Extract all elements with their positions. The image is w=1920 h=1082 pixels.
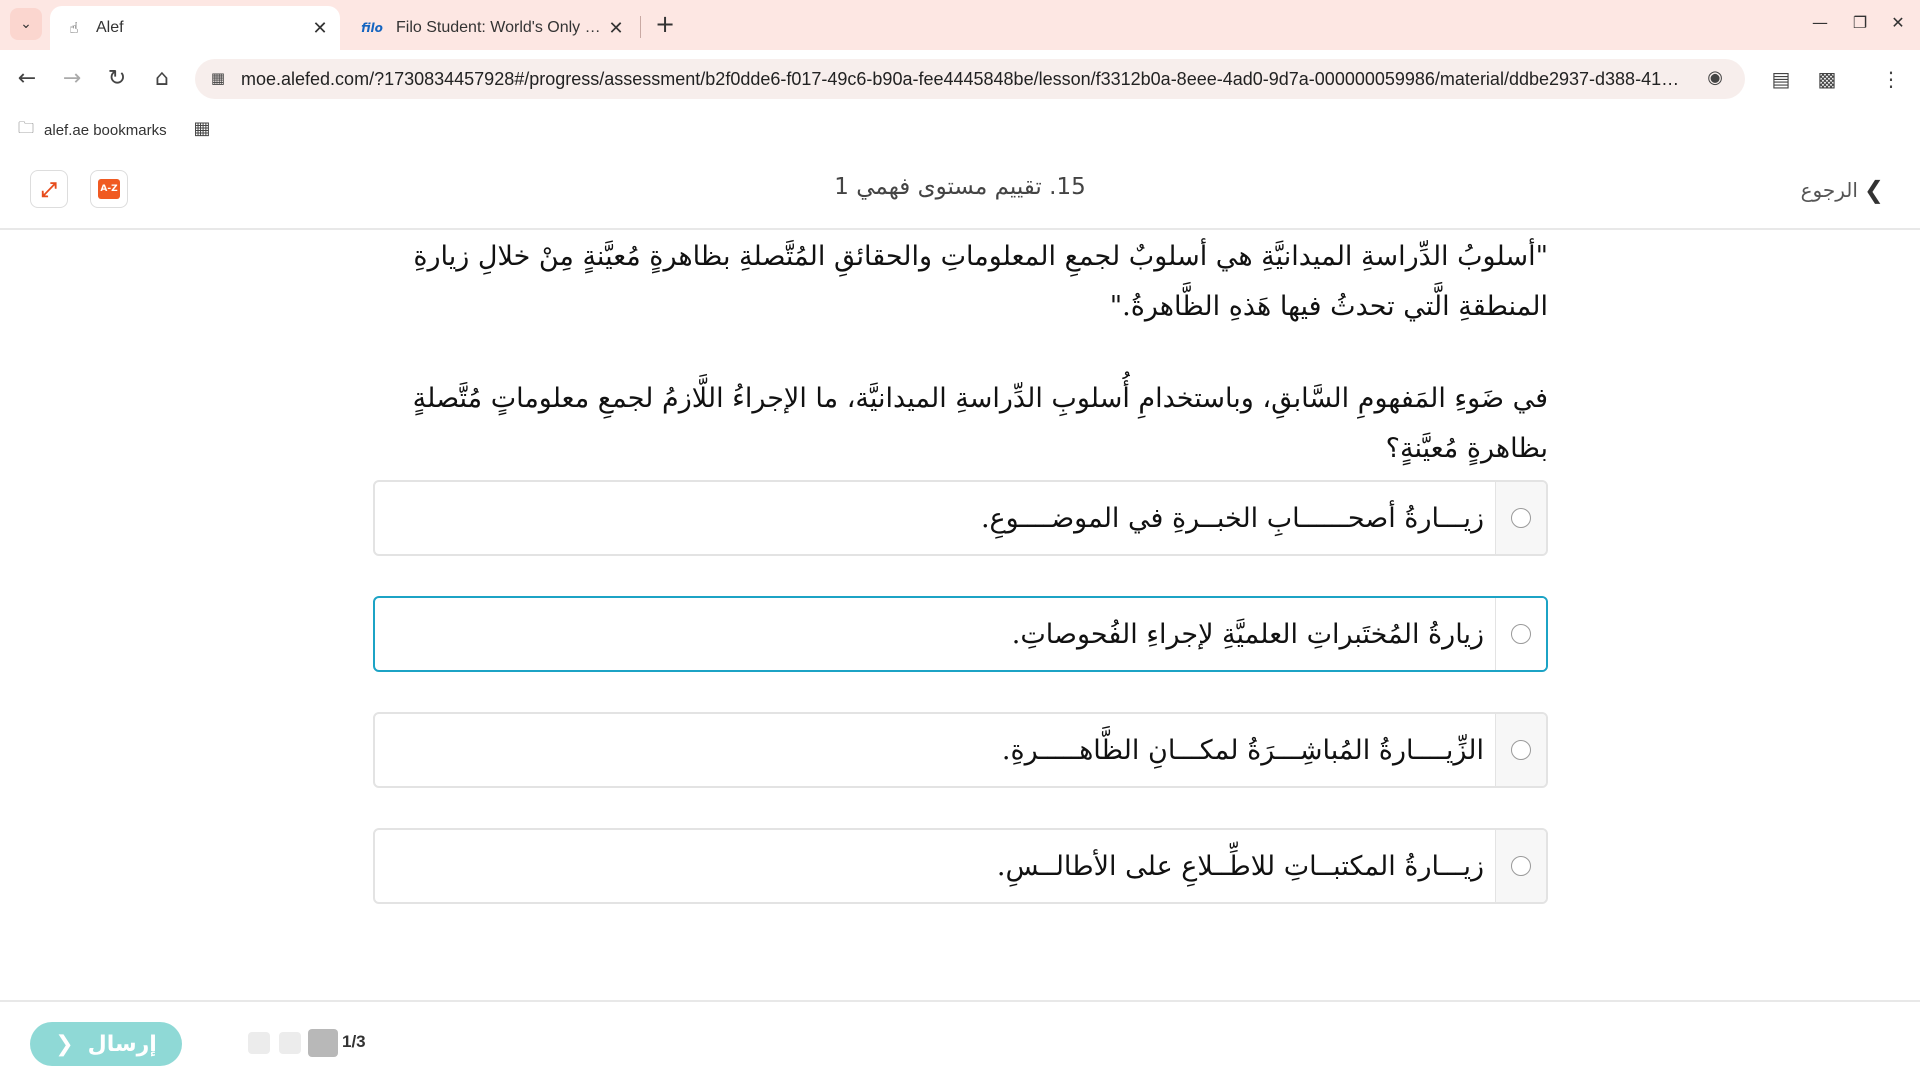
page-title: 15. تقييم مستوى فهمي 1 [834, 174, 1086, 200]
close-icon[interactable]: ✕ [602, 18, 630, 39]
option-text: زيـــارةُ أصحــــــابِ الخبــرةِ في المو… [980, 502, 1484, 534]
more-menu-icon[interactable]: ⋮ [1874, 62, 1908, 96]
browser-toolbar: ← → ↻ ⌂ ▦ moe.alefed.com/?1730834457928#… [0, 50, 1920, 108]
bookmarks-bar: 🗀 alef.ae bookmarks ▦ [0, 108, 1920, 152]
minimize-button[interactable]: — [1800, 8, 1840, 38]
tab-alef[interactable]: ☝ Alef ✕ [50, 6, 340, 50]
cast-icon[interactable]: ▤ [1764, 62, 1798, 96]
bookmark-folder[interactable]: 🗀 alef.ae bookmarks [18, 116, 167, 144]
progress-step [279, 1032, 301, 1054]
home-icon[interactable]: ⌂ [146, 63, 178, 95]
question-passage: "أسلوبُ الدِّراسةِ الميدانيَّةِ هي أسلوب… [413, 241, 1548, 322]
chevron-down-icon: ⌄ [20, 16, 32, 32]
tab-search-button[interactable]: ⌄ [10, 8, 42, 40]
radio-cell[interactable] [1495, 714, 1546, 786]
url-text[interactable]: moe.alefed.com/?1730834457928#/progress/… [241, 59, 1681, 99]
radio-button[interactable] [1511, 624, 1531, 644]
radio-cell[interactable] [1495, 482, 1546, 554]
progress-step-current [308, 1029, 338, 1057]
close-icon[interactable]: ✕ [306, 18, 334, 39]
reload-icon[interactable]: ↻ [101, 63, 133, 95]
assessment-footer: إرسال ❮ 1/3 [0, 1000, 1920, 1082]
question-content: "أسلوبُ الدِّراسةِ الميدانيَّةِ هي أسلوب… [360, 232, 1548, 474]
hand-pointer-icon: ☝ [69, 19, 79, 37]
extensions-icon[interactable]: ▩ [1810, 62, 1844, 96]
forward-arrow-icon[interactable]: → [56, 63, 88, 95]
window-close-button[interactable]: ✕ [1878, 8, 1918, 38]
radio-cell[interactable] [1495, 830, 1546, 902]
bookmark-label: alef.ae bookmarks [44, 121, 167, 139]
tab-strip: ⌄ ☝ Alef ✕ filo Filo Student: World's On… [0, 0, 1920, 50]
radio-cell[interactable] [1495, 598, 1546, 670]
radio-button[interactable] [1511, 508, 1531, 528]
submit-label: إرسال [87, 1031, 157, 1057]
new-tab-button[interactable]: + [650, 10, 680, 40]
radio-button[interactable] [1511, 856, 1531, 876]
question-prompt: في ضَوءِ المَفهومِ السَّابقِ، وباستخدامِ… [412, 383, 1548, 464]
filo-favicon-icon: filo [361, 21, 383, 35]
answer-option-3[interactable]: الزِّيــــارةُ المُباشِـــرَةُ لمكـــانِ… [373, 712, 1548, 788]
submit-button[interactable]: إرسال ❮ [30, 1022, 182, 1066]
answer-option-2[interactable]: زيارةُ المُختَبراتِ العلميَّةِ لإجراءِ ا… [373, 596, 1548, 672]
browser-chrome: ⌄ ☝ Alef ✕ filo Filo Student: World's On… [0, 0, 1920, 152]
chevron-left-icon: ❮ [55, 1031, 74, 1057]
answer-option-4[interactable]: زيـــارةُ المكتبــاتِ للاطِّــلاعِ على ا… [373, 828, 1548, 904]
restore-button[interactable]: ❐ [1840, 8, 1880, 38]
tab-filo[interactable]: filo Filo Student: World's Only Live Ins… [346, 6, 636, 50]
address-bar[interactable]: ▦ moe.alefed.com/?1730834457928#/progres… [195, 59, 1745, 99]
back-label: الرجوع [1800, 178, 1858, 202]
lesson-header: ⤢ A-Z 15. تقييم مستوى فهمي 1 ❯ الرجوع [0, 152, 1920, 230]
progress-step [248, 1032, 270, 1054]
site-info-icon[interactable]: ▦ [209, 69, 227, 87]
answer-option-1[interactable]: زيـــارةُ أصحــــــابِ الخبــرةِ في المو… [373, 480, 1548, 556]
tab-title: Alef [96, 19, 124, 36]
radio-button[interactable] [1511, 740, 1531, 760]
back-button[interactable]: ❯ الرجوع [1801, 176, 1884, 204]
progress-counter: 1/3 [342, 1032, 366, 1051]
option-text: زيارةُ المُختَبراتِ العلميَّةِ لإجراءِ ا… [1011, 618, 1484, 650]
tab-divider [640, 16, 641, 38]
option-text: زيـــارةُ المكتبــاتِ للاطِّــلاعِ على ا… [996, 850, 1484, 882]
back-arrow-icon[interactable]: ← [11, 63, 43, 95]
folder-icon: 🗀 [18, 119, 35, 137]
apps-grid-icon[interactable]: ▦ [190, 118, 214, 142]
location-pin-icon[interactable]: ◉ [1707, 67, 1723, 88]
tab-title: Filo Student: World's Only Live Instant … [396, 19, 602, 36]
option-text: الزِّيــــارةُ المُباشِـــرَةُ لمكـــانِ… [1001, 734, 1484, 766]
chevron-right-icon: ❯ [1863, 176, 1884, 204]
